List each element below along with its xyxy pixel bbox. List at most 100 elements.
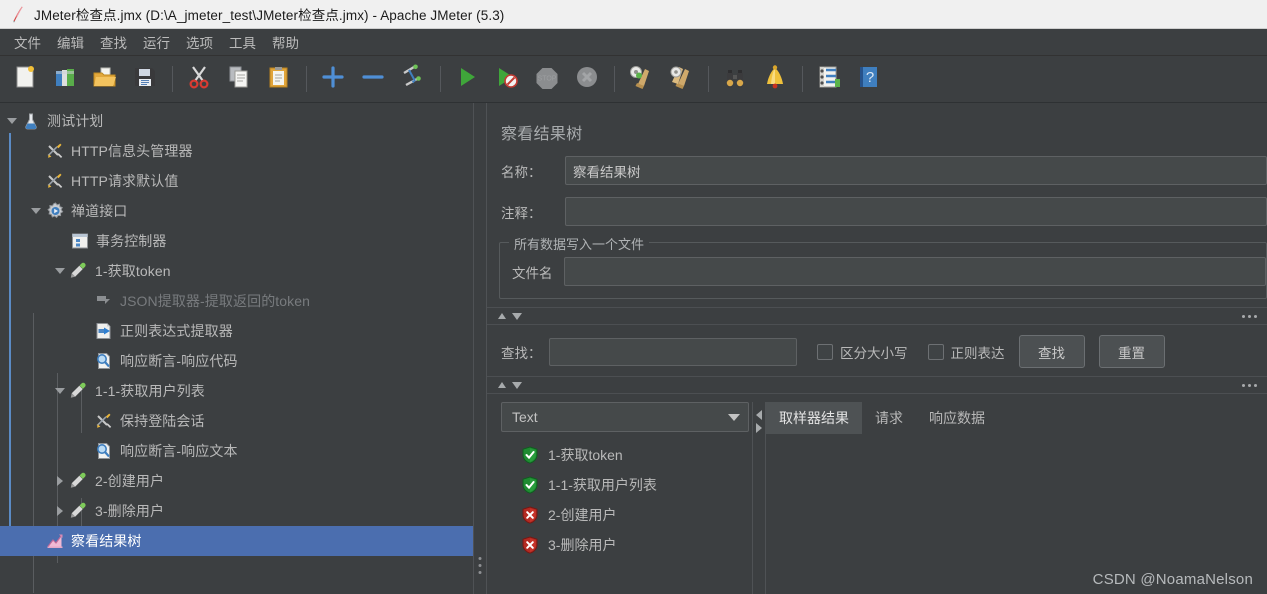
tree-node-http-defaults[interactable]: HTTP请求默认值: [0, 166, 473, 196]
stop-octagon-icon: STOP: [534, 64, 560, 95]
tab-content-area[interactable]: [766, 434, 1267, 594]
menu-tools[interactable]: 工具: [221, 30, 264, 54]
start-no-pauses-button[interactable]: [490, 62, 524, 96]
tree-node-regex-extractor[interactable]: 正则表达式提取器: [0, 316, 473, 346]
result-item[interactable]: 2-创建用户: [521, 500, 752, 530]
tab-request[interactable]: 请求: [862, 402, 916, 434]
templates-button[interactable]: [48, 62, 82, 96]
start-button[interactable]: [450, 62, 484, 96]
collapse-arrows[interactable]: [498, 381, 522, 389]
case-sensitive-checkbox[interactable]: 区分大小写: [817, 342, 908, 362]
tree-node-thread-group[interactable]: 禅道接口: [0, 196, 473, 226]
twisty-collapsed-icon[interactable]: [52, 503, 68, 519]
new-button[interactable]: [8, 62, 42, 96]
chevron-up-icon[interactable]: [498, 313, 506, 319]
more-options-icon[interactable]: [1242, 383, 1257, 387]
clear-button[interactable]: [624, 62, 658, 96]
tree-node-http-header-manager[interactable]: HTTP信息头管理器: [0, 136, 473, 166]
tree-node-assertion-response-code[interactable]: 响应断言-响应代码: [0, 346, 473, 376]
tree-node-assertion-response-text[interactable]: 响应断言-响应文本: [0, 436, 473, 466]
regex-checkbox[interactable]: 正则表达: [927, 342, 1005, 362]
checkbox-box-icon[interactable]: [817, 343, 833, 360]
menu-run[interactable]: 运行: [135, 30, 178, 54]
open-button[interactable]: [88, 62, 122, 96]
tab-strip: 取样器结果 请求 响应数据: [766, 402, 1267, 434]
tree-node-sampler-1-1[interactable]: 1-1-获取用户列表: [0, 376, 473, 406]
tree-node-transaction-controller[interactable]: 事务控制器: [0, 226, 473, 256]
splitter-grip[interactable]: [478, 557, 482, 574]
menu-search[interactable]: 查找: [92, 30, 135, 54]
clear-all-button[interactable]: [664, 62, 698, 96]
comment-input[interactable]: [565, 197, 1267, 226]
function-helper-icon: [816, 64, 842, 95]
results-list[interactable]: 1-获取token 1-1-获取用户列表 2-创建用户 3-删除用户: [501, 440, 752, 560]
collapse-left-icon[interactable]: [756, 410, 762, 420]
help-button[interactable]: ?: [852, 62, 886, 96]
toolbar-separator: [172, 66, 173, 92]
search-tree-button[interactable]: [718, 62, 752, 96]
renderer-select[interactable]: Text: [501, 402, 749, 432]
result-item[interactable]: 1-获取token: [521, 440, 752, 470]
result-item[interactable]: 1-1-获取用户列表: [521, 470, 752, 500]
tree-inner: 测试计划 HTTP信息头管理器 HTTP请求默认值 禅道接口 事务控制器 1-获…: [0, 103, 473, 593]
twisty-expanded-icon[interactable]: [4, 113, 20, 129]
twisty-expanded-icon[interactable]: [52, 263, 68, 279]
toggle-button[interactable]: [396, 62, 430, 96]
search-input[interactable]: [549, 337, 797, 366]
tree-node-sampler-2[interactable]: 2-创建用户: [0, 466, 473, 496]
shutdown-button[interactable]: [570, 62, 604, 96]
main-splitter[interactable]: [473, 103, 487, 594]
menu-edit[interactable]: 编辑: [49, 30, 92, 54]
view-results-tree-panel: 察看结果树 名称： 注释： 所有数据写入一个文件 文件名: [487, 103, 1267, 594]
file-section-collapse-bar[interactable]: [487, 307, 1267, 325]
expand-all-button[interactable]: [316, 62, 350, 96]
twisty-expanded-icon[interactable]: [28, 203, 44, 219]
chevron-down-icon[interactable]: [728, 413, 740, 421]
copy-button[interactable]: [222, 62, 256, 96]
chevron-down-icon[interactable]: [512, 312, 522, 320]
collapse-all-button[interactable]: [356, 62, 390, 96]
test-plan-icon: [21, 111, 41, 131]
stop-button[interactable]: STOP: [530, 62, 564, 96]
name-input[interactable]: [565, 156, 1267, 185]
tab-sampler-result[interactable]: 取样器结果: [766, 402, 862, 434]
collapse-right-icon[interactable]: [756, 423, 762, 433]
checkbox-box-icon[interactable]: [927, 343, 944, 360]
menu-file[interactable]: 文件: [6, 30, 49, 54]
collapse-arrows[interactable]: [498, 312, 522, 320]
tree-node-json-extractor[interactable]: JSON提取器-提取返回的token: [0, 286, 473, 316]
result-label: 2-创建用户: [548, 507, 617, 523]
tree-node-view-results-tree[interactable]: 察看结果树: [0, 526, 473, 556]
failure-shield-icon: [521, 536, 539, 554]
cut-button[interactable]: [182, 62, 216, 96]
templates-icon: [52, 64, 78, 95]
tab-response-data[interactable]: 响应数据: [916, 402, 998, 434]
tree-node-test-plan[interactable]: 测试计划: [0, 106, 473, 136]
results-splitter[interactable]: [752, 402, 766, 594]
reset-button[interactable]: 重置: [1098, 335, 1165, 368]
reset-search-button[interactable]: [758, 62, 792, 96]
result-item[interactable]: 3-删除用户: [521, 530, 752, 560]
reset-search-bell-icon: [762, 64, 788, 95]
find-button[interactable]: 查找: [1018, 335, 1085, 368]
paste-button[interactable]: [262, 62, 296, 96]
test-plan-tree[interactable]: 测试计划 HTTP信息头管理器 HTTP请求默认值 禅道接口 事务控制器 1-获…: [0, 103, 473, 594]
tree-node-sampler-1[interactable]: 1-获取token: [0, 256, 473, 286]
twisty-collapsed-icon[interactable]: [52, 473, 68, 489]
twisty-expanded-icon[interactable]: [52, 383, 68, 399]
tree-node-keep-session[interactable]: 保持登陆会话: [0, 406, 473, 436]
results-split: Text 1-获取token 1-1-获取用户列表 2-创建用户 3-删除用户 …: [487, 402, 1267, 594]
tree-node-sampler-3[interactable]: 3-删除用户: [0, 496, 473, 526]
tree-node-label: 保持登陆会话: [120, 413, 205, 429]
http-defaults-icon: [45, 171, 65, 191]
function-helper-button[interactable]: [812, 62, 846, 96]
menu-help[interactable]: 帮助: [264, 30, 307, 54]
menu-options[interactable]: 选项: [178, 30, 221, 54]
filename-input[interactable]: [564, 257, 1266, 286]
save-button[interactable]: [128, 62, 162, 96]
chevron-up-icon[interactable]: [498, 382, 506, 388]
more-options-icon[interactable]: [1242, 314, 1257, 318]
search-section-collapse-bar[interactable]: [487, 376, 1267, 394]
http-sampler-icon: [69, 261, 89, 281]
chevron-down-icon[interactable]: [512, 381, 522, 389]
